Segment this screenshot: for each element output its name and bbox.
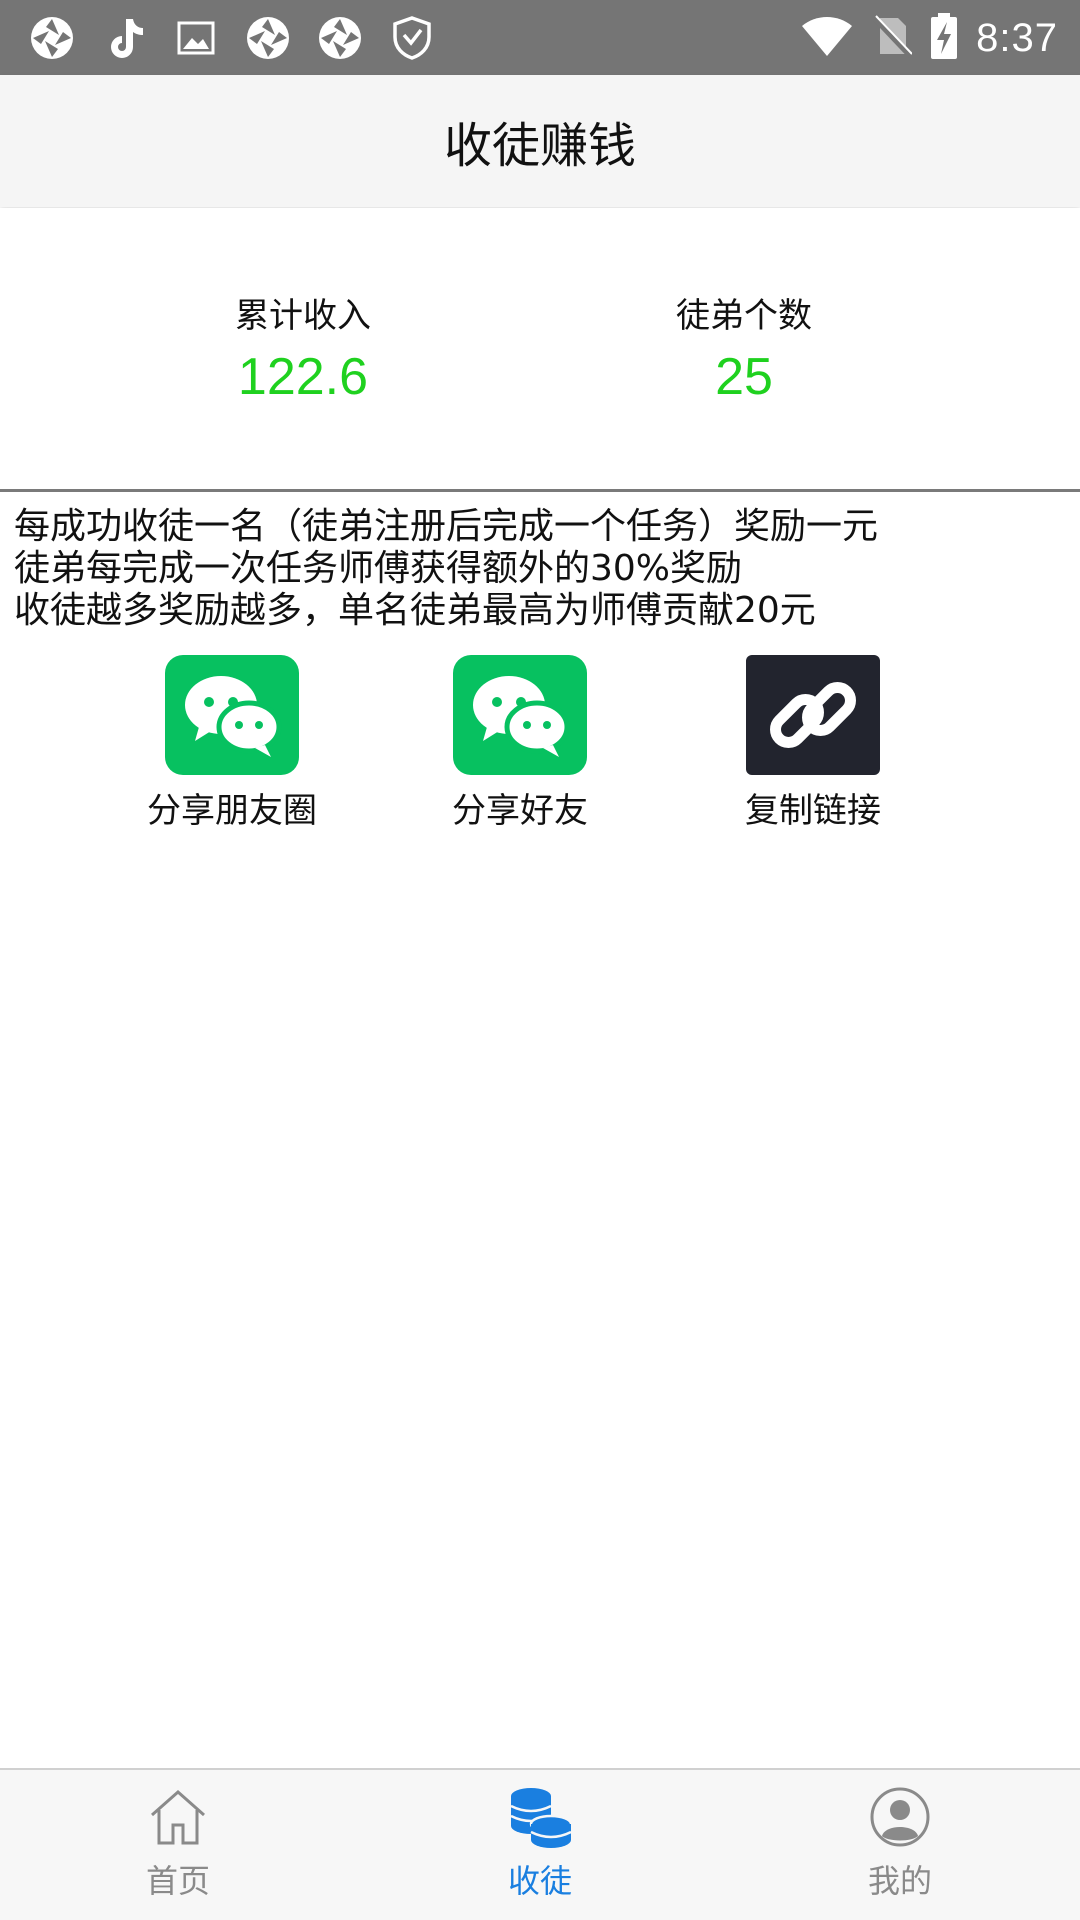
nav-home[interactable]: 首页: [78, 1784, 278, 1902]
disciples-value: 25: [715, 348, 773, 406]
share-friends-button[interactable]: 分享好友: [410, 655, 630, 832]
income-stat: 累计收入 122.6: [153, 288, 453, 407]
nav-recruit-label: 收徒: [507, 1862, 572, 1900]
image-icon: [172, 14, 220, 62]
share-moments-button[interactable]: 分享朋友圈: [122, 655, 342, 832]
status-left-icons: [28, 12, 436, 64]
status-right-icons: 8:37: [800, 8, 1058, 68]
status-time: 8:37: [976, 15, 1058, 60]
user-avatar-icon: [865, 1784, 935, 1850]
page-title: 收徒赚钱: [443, 118, 636, 174]
coins-stack-icon: [505, 1784, 575, 1850]
aperture-icon: [244, 14, 292, 62]
copy-link-button[interactable]: 复制链接: [703, 655, 923, 832]
wechat-icon: [453, 655, 587, 775]
link-icon: [746, 655, 880, 775]
nav-mine[interactable]: 我的: [800, 1784, 1000, 1902]
rule-line: 收徒越多奖励越多，单名徒弟最高为师傅贡献20元: [14, 590, 816, 631]
copy-link-label: 复制链接: [745, 791, 881, 831]
nav-home-label: 首页: [145, 1862, 210, 1900]
share-friends-label: 分享好友: [452, 791, 588, 831]
reward-rules: 每成功收徒一名（徒弟注册后完成一个任务）奖励一元 徒弟每完成一次任务师傅获得额外…: [14, 506, 1054, 632]
rule-line: 每成功收徒一名（徒弟注册后完成一个任务）奖励一元: [14, 506, 879, 547]
income-label: 累计收入: [235, 296, 371, 336]
top-app-bar: 收徒赚钱: [0, 75, 1080, 207]
wechat-icon: [165, 655, 299, 775]
no-sim-icon: [872, 14, 913, 62]
rule-line: 徒弟每完成一次任务师傅获得额外的30%奖励: [14, 548, 743, 589]
disciples-stat: 徒弟个数 25: [594, 288, 894, 407]
home-icon: [143, 1784, 213, 1850]
wifi-icon: [800, 14, 854, 62]
stats-panel: 累计收入 122.6 徒弟个数 25: [0, 208, 1080, 492]
tiktok-icon: [100, 14, 148, 62]
nav-mine-label: 我的: [867, 1862, 932, 1900]
bottom-navigation: 首页 收徒 我的: [0, 1768, 1080, 1920]
nav-recruit[interactable]: 收徒: [440, 1784, 640, 1902]
status-bar: 8:37: [0, 0, 1080, 75]
share-moments-label: 分享朋友圈: [147, 791, 317, 831]
aperture-icon: [28, 14, 76, 62]
battery-charging-icon: [930, 12, 958, 64]
disciples-label: 徒弟个数: [676, 296, 812, 336]
shield-check-icon: [388, 14, 436, 62]
income-value: 122.6: [237, 348, 369, 406]
aperture-icon: [316, 14, 364, 62]
